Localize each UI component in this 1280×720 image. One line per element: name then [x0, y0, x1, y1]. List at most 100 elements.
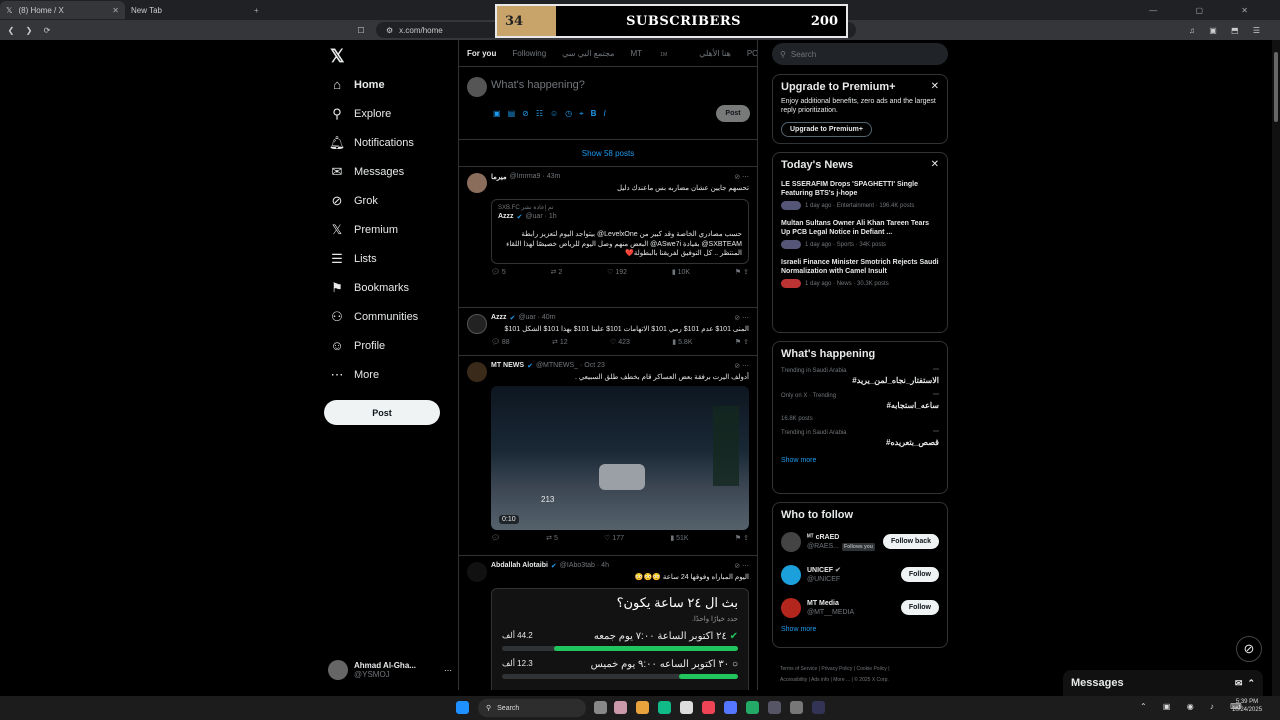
follow-show-more[interactable]: Show more [781, 626, 939, 633]
footer-link[interactable]: Ads info [811, 677, 829, 683]
app-icon[interactable] [812, 701, 825, 714]
close-icon[interactable]: ✕ [931, 81, 939, 92]
app-icon[interactable] [746, 701, 759, 714]
poll-option[interactable]: ✔ ٢٤ اكتوبر الساعة ٧:٠٠ يوم جمعه 44.2 ألف [502, 631, 738, 652]
nav-grok[interactable]: ⊘ Grok [322, 186, 452, 215]
emoji-icon[interactable]: ☺ [550, 109, 558, 119]
views-button[interactable]: ▮ 10K [672, 268, 690, 278]
repost-button[interactable]: ⇄ 2 [551, 268, 563, 278]
news-item[interactable]: Multan Sultans Owner Ali Khan Tareen Tea… [781, 219, 939, 250]
follow-button[interactable]: Follow [900, 600, 939, 616]
forward-icon[interactable]: ❯ [22, 26, 36, 35]
bookmark-share-icons[interactable]: ⚑ ⇪ [735, 338, 749, 348]
store-icon[interactable] [680, 701, 693, 714]
tab-powr[interactable]: POWR | باور [747, 49, 757, 58]
task-view-icon[interactable] [594, 701, 607, 714]
file-explorer-icon[interactable] [636, 701, 649, 714]
repost-button[interactable]: ⇄ 5 [546, 534, 558, 544]
nav-communities[interactable]: ⚇ Communities [322, 302, 452, 331]
news-item[interactable]: LE SSERAFIM Drops 'SPAGHETTI' Single Fea… [781, 180, 939, 211]
follow-suggestion[interactable]: UNICEF ✔ @UNICEF Follow [781, 563, 939, 587]
more-icon[interactable]: ⋯ [933, 391, 939, 398]
messages-drawer[interactable]: Messages ✉ ⌃ [1063, 670, 1263, 696]
reload-icon[interactable]: ⟳ [40, 26, 54, 35]
bold-icon[interactable]: B [591, 109, 597, 119]
follow-suggestion[interactable]: ᴹᵀ cRAED @RAES... Follows you Follow back [781, 530, 939, 554]
grok-icon[interactable]: ⊘ ⋯ [734, 362, 749, 370]
views-button[interactable]: ▮ 51K [670, 534, 688, 544]
bookmark-star-icon[interactable]: ☐ [354, 26, 368, 35]
new-tab-plus-icon[interactable]: + [254, 6, 259, 15]
follow-suggestion[interactable]: MT Media @MT__MEDIA Follow [781, 596, 939, 620]
windows-start-icon[interactable] [456, 701, 469, 714]
footer-link[interactable]: Accessibility [780, 677, 807, 683]
upgrade-premium-button[interactable]: Upgrade to Premium+ [781, 121, 872, 137]
tab-mt[interactable]: MT 1M [630, 49, 683, 58]
search-input[interactable]: ⚲ Search [772, 43, 948, 65]
trend-item[interactable]: Trending in Saudi Arabia ⋯ #قصص_بتعريده [781, 428, 939, 447]
tweet[interactable]: Abdallah Alotaibi ✔ @IAbo3tab · 4h ⊘ ⋯ اليو… [459, 556, 757, 690]
compose-message-icon[interactable]: ✉ ⌃ [1235, 678, 1255, 689]
footer-link[interactable]: More ... [833, 677, 850, 683]
grok-fab-icon[interactable]: ⊘ [1236, 636, 1262, 662]
more-icon[interactable]: ⋯ [933, 428, 939, 435]
grok-icon[interactable]: ⊘ ⋯ [734, 314, 749, 322]
close-icon[interactable]: ✕ [112, 6, 119, 15]
tweet-video[interactable]: 213 0:10 [491, 386, 749, 531]
nav-explore[interactable]: ⚲ Explore [322, 99, 452, 128]
quoted-tweet[interactable]: SXB.FC تم إعادة نشر Azzz ✔ @uar · 1h حسب م… [491, 199, 749, 264]
nav-more[interactable]: ⋯ More [322, 360, 452, 389]
nav-home[interactable]: ⌂ Home [322, 70, 452, 99]
tab-new[interactable]: New Tab [125, 1, 250, 19]
poll-icon[interactable]: ☷ [536, 109, 543, 119]
tweet[interactable]: ميرما @Imrma9 · 43m ⊘ ⋯ تحسهم جايين عشان م… [459, 167, 757, 308]
window-controls[interactable]: — ▢ ✕ [1149, 6, 1266, 15]
edge-icon[interactable] [658, 701, 671, 714]
bookmark-share-icons[interactable]: ⚑ ⇪ [735, 268, 749, 278]
steam-icon[interactable] [790, 701, 803, 714]
tab-following[interactable]: Following [512, 49, 546, 58]
app-icon[interactable] [768, 701, 781, 714]
poll-option[interactable]: ○ ٣٠ اكتوبر الساعه ٩:٠٠ يوم خميس 12.3 ألف [502, 659, 738, 680]
footer-link[interactable]: Cookie Policy [857, 666, 887, 672]
show-new-posts[interactable]: Show 58 posts [459, 140, 757, 167]
scrollbar-thumb[interactable] [1274, 52, 1278, 122]
like-button[interactable]: ♡ 192 [607, 268, 627, 278]
back-icon[interactable]: ❮ [4, 26, 18, 35]
repost-button[interactable]: ⇄ 12 [552, 338, 568, 348]
views-button[interactable]: ▮ 5.8K [672, 338, 692, 348]
brave-icon[interactable] [702, 701, 715, 714]
reply-button[interactable]: 💬︎ 5 [491, 268, 506, 278]
tab-pc-community[interactable]: مجتمع البي سي [562, 49, 614, 58]
trends-show-more[interactable]: Show more [781, 457, 939, 464]
nav-premium[interactable]: 𝕏 Premium [322, 215, 452, 244]
footer-link[interactable]: Terms of Service [780, 666, 817, 672]
reply-button[interactable]: 💬︎ [491, 534, 500, 544]
tweet[interactable]: MT NEWS ✔ @MTNEWS_ · Oct 23 ⊘ ⋯ أدولف اليرت… [459, 356, 757, 556]
nav-bookmarks[interactable]: ⚑ Bookmarks [322, 273, 452, 302]
more-icon[interactable]: ⋯ [933, 366, 939, 373]
grok-icon[interactable]: ⊘ [522, 109, 529, 119]
location-icon[interactable]: ⌖ [579, 109, 584, 119]
nav-notifications[interactable]: 🔔︎ Notifications [322, 128, 452, 157]
image-icon[interactable]: ▣ [493, 109, 501, 119]
discord-icon[interactable] [724, 701, 737, 714]
grok-icon[interactable]: ⊘ ⋯ [734, 562, 749, 570]
account-switcher[interactable]: Ahmad Al-Gha... @YSMOJ ⋯ [328, 660, 452, 680]
like-button[interactable]: ♡ 423 [610, 338, 630, 348]
tab-ahli[interactable]: هنا الأهلي [699, 49, 731, 58]
extension-icons[interactable]: ♫ ▣ ⬒ ☰ [1189, 26, 1266, 35]
follow-back-button[interactable]: Follow back [882, 534, 939, 550]
nav-lists[interactable]: ☰ Lists [322, 244, 452, 273]
compose-input[interactable]: What's happening? [491, 79, 585, 91]
taskbar-clock[interactable]: 5:39 PM 10/24/2025 [1232, 699, 1262, 715]
grok-icon[interactable]: ⊘ ⋯ [734, 173, 749, 181]
post-button[interactable]: Post [324, 400, 440, 425]
bookmark-share-icons[interactable]: ⚑ ⇪ [735, 534, 749, 544]
nav-messages[interactable]: ✉ Messages [322, 157, 452, 186]
follow-button[interactable]: Follow [900, 567, 939, 583]
like-button[interactable]: ♡ 177 [604, 534, 624, 544]
page-scrollbar[interactable] [1272, 40, 1280, 696]
gif-icon[interactable]: ▤ [508, 109, 516, 119]
reply-button[interactable]: 💬︎ 88 [491, 338, 510, 348]
